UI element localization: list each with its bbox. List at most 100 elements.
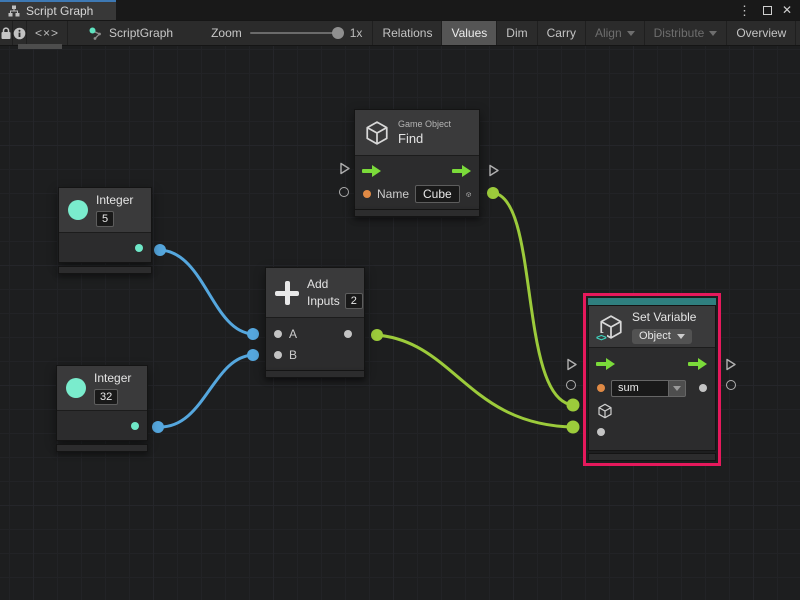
flow-output-port[interactable] (688, 358, 708, 370)
name-input-port[interactable] (597, 384, 605, 392)
port-row (59, 233, 151, 262)
external-value-port[interactable] (339, 187, 349, 197)
dropdown-arrow-icon (673, 386, 681, 391)
node-set-variable[interactable]: <> Set Variable Object sum (588, 305, 716, 451)
name-value-field[interactable]: Cube (415, 185, 460, 203)
sum-output-port[interactable] (344, 330, 352, 338)
node-title: Integer (96, 193, 133, 207)
window-controls: ⋮ ✕ (736, 0, 800, 20)
variable-code-icon: <> (595, 333, 607, 344)
input-port-a[interactable] (274, 330, 282, 338)
flow-port-row (355, 160, 479, 182)
node-title: Find (398, 131, 451, 146)
object-port-row (589, 401, 715, 421)
info-icon (13, 27, 26, 40)
external-flow-port[interactable] (566, 358, 578, 371)
node-address-bar (56, 444, 148, 452)
carry-button[interactable]: Carry (537, 21, 585, 45)
tab-script-graph[interactable]: Script Graph (0, 0, 116, 20)
integer-value-field[interactable]: 32 (94, 389, 118, 405)
tab-title: Script Graph (26, 4, 93, 18)
node-address-bar (354, 209, 480, 217)
graph-hierarchy-icon (8, 5, 20, 17)
variable-accent-strip (588, 298, 716, 305)
node-integer-b[interactable]: Integer 32 (56, 365, 148, 441)
value-output-port[interactable] (699, 384, 707, 392)
window-menu-icon[interactable]: ⋮ (736, 4, 753, 17)
value-input-port[interactable] (597, 428, 605, 436)
integer-value-field[interactable]: 5 (96, 211, 114, 227)
node-integer-a[interactable]: Integer 5 (58, 187, 152, 263)
flow-input-port[interactable] (362, 165, 382, 177)
variable-name-dropdown-button[interactable] (669, 380, 686, 397)
zoom-value: 1x (350, 26, 363, 40)
dropdown-arrow-icon (627, 31, 635, 36)
name-input-port[interactable] (363, 190, 371, 198)
zoom-label: Zoom (211, 26, 242, 40)
node-category: Game Object (398, 119, 451, 129)
flow-output-port[interactable] (452, 165, 472, 177)
game-object-output-port[interactable] (466, 186, 471, 203)
name-port-row: Name Cube (355, 182, 479, 206)
node-header[interactable]: <> Set Variable Object (589, 306, 715, 348)
game-object-input-port[interactable] (597, 403, 613, 419)
flow-input-port[interactable] (596, 358, 616, 370)
code-view-button[interactable]: <×> (27, 21, 68, 45)
external-flow-port[interactable] (725, 358, 737, 371)
node-address-bar (58, 266, 152, 274)
maximize-icon[interactable] (763, 6, 772, 15)
dropdown-arrow-icon (677, 334, 685, 339)
dim-button[interactable]: Dim (496, 21, 536, 45)
port-row (57, 411, 147, 440)
values-button[interactable]: Values (441, 21, 496, 45)
node-header[interactable]: Integer 5 (59, 188, 151, 233)
lock-button[interactable] (0, 21, 13, 45)
full-screen-button[interactable]: Full Screen (795, 21, 800, 45)
node-title: Add (307, 277, 363, 291)
distribute-button[interactable]: Distribute (644, 21, 727, 45)
input-port-b[interactable] (274, 351, 282, 359)
integer-output-port[interactable] (131, 422, 139, 430)
graph-breadcrumb[interactable]: ScriptGraph (78, 21, 183, 45)
relations-button[interactable]: Relations (372, 21, 441, 45)
inputs-count-field[interactable]: 2 (345, 293, 363, 309)
game-object-cube-icon (364, 120, 390, 146)
node-add[interactable]: Add Inputs 2 A B (265, 267, 365, 372)
external-value-port[interactable] (566, 380, 576, 390)
node-set-variable-selection[interactable]: <> Set Variable Object sum (583, 293, 721, 466)
close-icon[interactable]: ✕ (782, 4, 792, 16)
variable-scope-dropdown[interactable]: Object (632, 329, 692, 344)
overview-button[interactable]: Overview (726, 21, 795, 45)
node-address-bar (588, 453, 716, 461)
value-port-row (589, 421, 715, 443)
integer-type-icon (68, 200, 88, 220)
node-address-bar (265, 370, 365, 378)
node-header[interactable]: Add Inputs 2 (266, 268, 364, 318)
inspect-button[interactable] (13, 21, 27, 45)
flow-port-row (589, 353, 715, 375)
variable-name-row: sum (589, 375, 715, 401)
external-flow-port[interactable] (488, 164, 500, 177)
variable-name-field[interactable]: sum (611, 380, 669, 397)
external-flow-port[interactable] (339, 162, 351, 175)
add-icon (275, 281, 299, 305)
node-title: Set Variable (632, 310, 696, 324)
lock-icon (0, 26, 12, 40)
script-graph-icon (88, 26, 103, 41)
external-value-port[interactable] (726, 380, 736, 390)
zoom-slider[interactable] (250, 32, 342, 34)
node-header[interactable]: Game Object Find (355, 110, 479, 156)
graph-scrollbar-horizontal[interactable] (18, 44, 62, 49)
zoom-slider-handle[interactable] (332, 27, 344, 39)
script-graph-window: Script Graph ⋮ ✕ <×> (0, 0, 800, 600)
port-label: A (289, 327, 297, 341)
dropdown-arrow-icon (709, 31, 717, 36)
integer-output-port[interactable] (135, 244, 143, 252)
code-icon: <×> (35, 26, 59, 40)
node-header[interactable]: Integer 32 (57, 366, 147, 411)
tab-strip: Script Graph ⋮ ✕ (0, 0, 800, 20)
node-find[interactable]: Game Object Find Name Cube (354, 109, 480, 211)
port-row-b: B (266, 344, 364, 365)
port-row-a: A (266, 323, 364, 344)
align-button[interactable]: Align (585, 21, 644, 45)
